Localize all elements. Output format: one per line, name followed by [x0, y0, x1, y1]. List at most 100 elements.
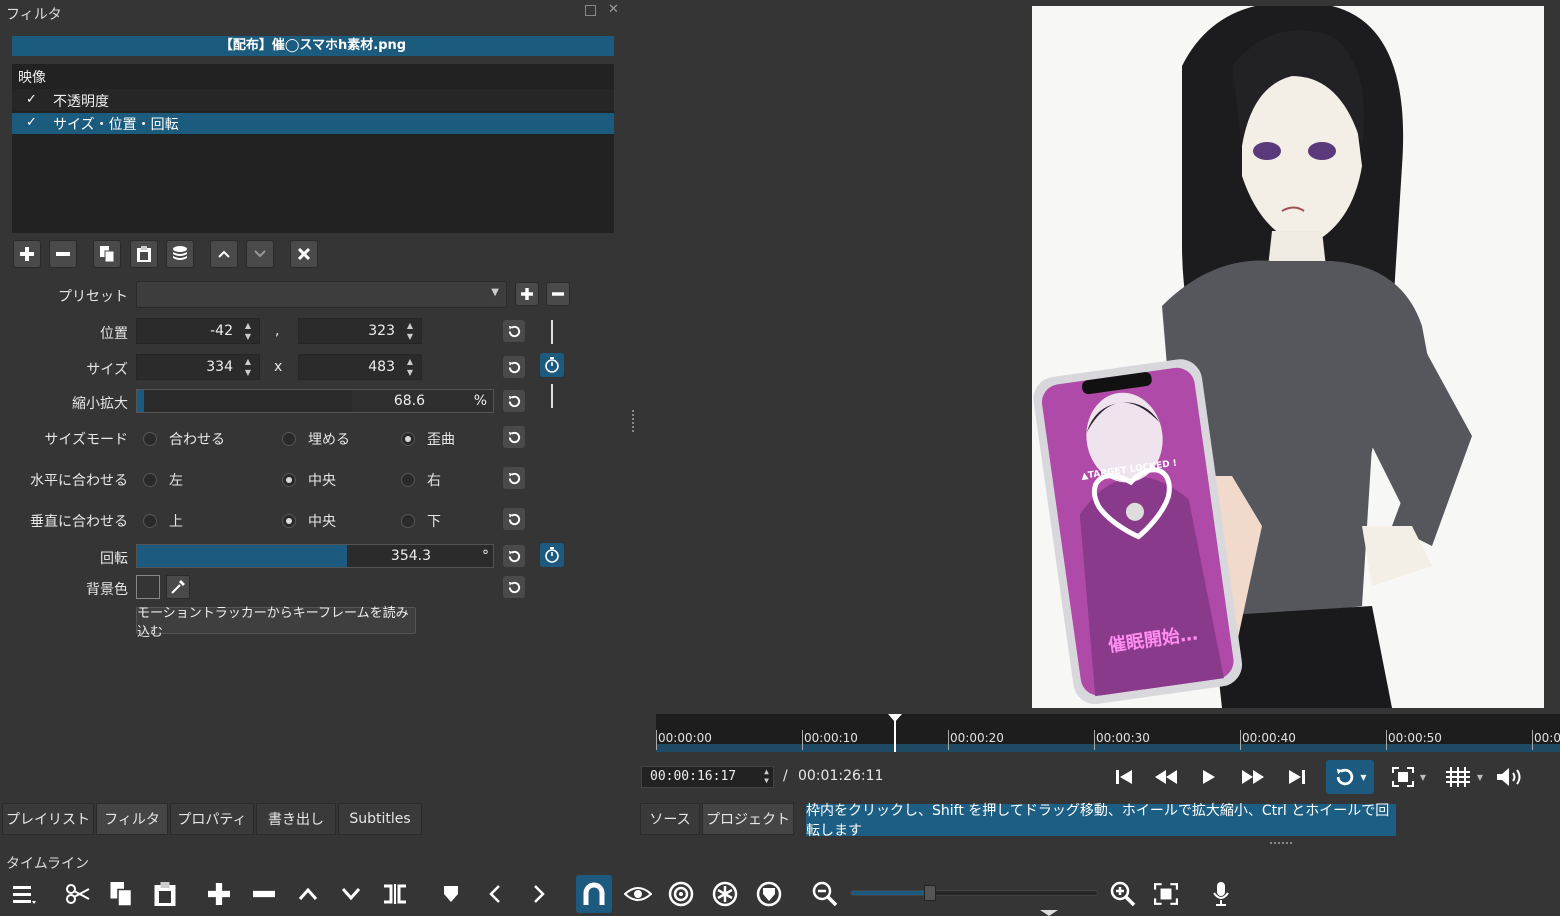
position-y-input[interactable]: 323 ▲ ▼: [298, 318, 422, 344]
next-marker-button[interactable]: [524, 879, 554, 909]
chevron-down-icon: ▼: [491, 287, 499, 298]
timeline-zoom-handle[interactable]: [924, 885, 937, 901]
bgcolor-swatch[interactable]: [136, 575, 160, 599]
checkbox-opacity[interactable]: ✓: [26, 92, 37, 107]
reset-sizemode-button[interactable]: [503, 426, 525, 448]
lift-button[interactable]: [293, 879, 323, 909]
reset-position-button[interactable]: [503, 320, 525, 342]
skip-next-button[interactable]: [1285, 765, 1309, 789]
reset-bgcolor-button[interactable]: [503, 576, 525, 598]
spin-arrows[interactable]: ▲ ▼: [403, 321, 417, 341]
move-down-button[interactable]: [246, 240, 274, 268]
skip-previous-button[interactable]: [1112, 765, 1136, 789]
panel-splitter[interactable]: [632, 410, 635, 432]
preset-select[interactable]: ▼: [136, 281, 507, 308]
filter-item-size-position[interactable]: ✓ サイズ・位置・回転: [12, 113, 614, 134]
tab-source[interactable]: ソース: [640, 803, 700, 835]
remove-button[interactable]: [249, 879, 279, 909]
spin-arrows[interactable]: ▲ ▼: [403, 357, 417, 377]
tab-project[interactable]: プロジェクト: [702, 803, 794, 835]
video-preview[interactable]: ▲TARGET LOCKED ! 催眠開始…: [1032, 6, 1544, 708]
cut-button[interactable]: [62, 879, 94, 909]
size-width-input[interactable]: 334 ▲ ▼: [136, 354, 260, 380]
reset-size-button[interactable]: [503, 356, 525, 378]
rewind-button[interactable]: [1152, 765, 1180, 789]
tab-filters[interactable]: フィルタ: [96, 803, 168, 835]
grid-button[interactable]: ▼: [1440, 765, 1488, 789]
float-panel-icon[interactable]: [585, 5, 596, 16]
radio-dot: [143, 473, 157, 487]
motion-tracker-button[interactable]: モーショントラッカーからキーフレームを読み込む: [136, 606, 416, 640]
zoom-fit-button[interactable]: [1151, 879, 1181, 909]
valign-top-radio[interactable]: 上: [143, 511, 183, 531]
size-height-input[interactable]: 483 ▲ ▼: [298, 354, 422, 380]
snap-button[interactable]: [576, 875, 612, 913]
remove-preset-button[interactable]: [546, 282, 570, 306]
reset-icon: [508, 550, 520, 562]
tab-export[interactable]: 書き出し: [256, 803, 336, 835]
timeline-menu-button[interactable]: [8, 879, 40, 909]
append-button[interactable]: [204, 879, 234, 909]
spin-arrows[interactable]: ▲ ▼: [241, 321, 255, 341]
ripple-all-button[interactable]: [710, 879, 740, 909]
paste-button[interactable]: [150, 879, 180, 909]
add-preset-button[interactable]: [515, 282, 539, 306]
rotation-slider[interactable]: 354.3 °: [136, 544, 494, 568]
move-up-button[interactable]: [210, 240, 238, 268]
zoom-slider[interactable]: 68.6 %: [136, 389, 494, 413]
reset-zoom-button[interactable]: [503, 390, 525, 412]
sizemode-distort-radio[interactable]: 歪曲: [401, 429, 455, 449]
zoom-out-button[interactable]: [810, 879, 840, 909]
reset-rotation-button[interactable]: [503, 545, 525, 567]
fast-forward-button[interactable]: [1239, 765, 1267, 789]
marker-icon: [444, 886, 458, 902]
copy-filter-button[interactable]: [93, 240, 121, 268]
halign-left-radio[interactable]: 左: [143, 470, 183, 490]
save-preset-button[interactable]: [166, 240, 194, 268]
reset-halign-button[interactable]: [503, 467, 525, 489]
time-ruler[interactable]: 00:00:00 00:00:10 00:00:20 00:00:30 00:0…: [656, 714, 1560, 752]
sizemode-fill-radio[interactable]: 埋める: [282, 429, 350, 449]
tab-properties[interactable]: プロパティ: [170, 803, 254, 835]
checkbox-size-position[interactable]: ✓: [26, 115, 37, 130]
copy-button[interactable]: [106, 879, 136, 909]
paste-filter-button[interactable]: [130, 240, 158, 268]
record-audio-button[interactable]: [1206, 879, 1236, 909]
remove-filter-button[interactable]: [49, 240, 77, 268]
split-button[interactable]: [380, 879, 410, 909]
deselect-filter-button[interactable]: [290, 240, 318, 268]
zoom-preview-button[interactable]: ▼: [1386, 765, 1432, 789]
add-marker-button[interactable]: [436, 879, 466, 909]
playhead-marker[interactable]: [888, 714, 902, 722]
prev-marker-button[interactable]: [480, 879, 510, 909]
close-panel-icon[interactable]: ✕: [608, 2, 619, 17]
valign-bottom-radio[interactable]: 下: [401, 511, 441, 531]
position-x-input[interactable]: -42 ▲ ▼: [136, 318, 260, 344]
ripple-markers-button[interactable]: [754, 879, 784, 909]
scrub-button[interactable]: [622, 879, 654, 909]
ripple-button[interactable]: [666, 879, 696, 909]
spin-arrows[interactable]: ▲ ▼: [241, 357, 255, 377]
volume-button[interactable]: [1494, 765, 1526, 789]
zoom-in-button[interactable]: [1108, 879, 1138, 909]
panel-splitter[interactable]: [1270, 842, 1292, 845]
halign-center-radio[interactable]: 中央: [282, 470, 336, 490]
loop-button[interactable]: ▼: [1326, 760, 1374, 794]
halign-right-radio[interactable]: 右: [401, 470, 441, 490]
add-filter-button[interactable]: [13, 240, 41, 268]
timeline-zoom-slider[interactable]: [850, 885, 1098, 901]
keyframes-size-button[interactable]: [540, 353, 564, 377]
valign-middle-radio[interactable]: 中央: [282, 511, 336, 531]
reset-valign-button[interactable]: [503, 508, 525, 530]
sizemode-fit-radio[interactable]: 合わせる: [143, 429, 225, 449]
tab-playlist[interactable]: プレイリスト: [2, 803, 94, 835]
reset-icon: [508, 325, 520, 337]
overwrite-button[interactable]: [336, 879, 366, 909]
eyedropper-button[interactable]: [166, 575, 190, 599]
tab-subtitles[interactable]: Subtitles: [338, 803, 422, 835]
play-button[interactable]: [1197, 765, 1221, 789]
spin-arrows[interactable]: ▲ ▼: [764, 767, 769, 785]
filter-item-opacity[interactable]: ✓ 不透明度: [12, 89, 614, 111]
keyframes-rotation-button[interactable]: [540, 543, 564, 567]
current-time-field[interactable]: 00:00:16:17 ▲ ▼: [641, 766, 774, 788]
